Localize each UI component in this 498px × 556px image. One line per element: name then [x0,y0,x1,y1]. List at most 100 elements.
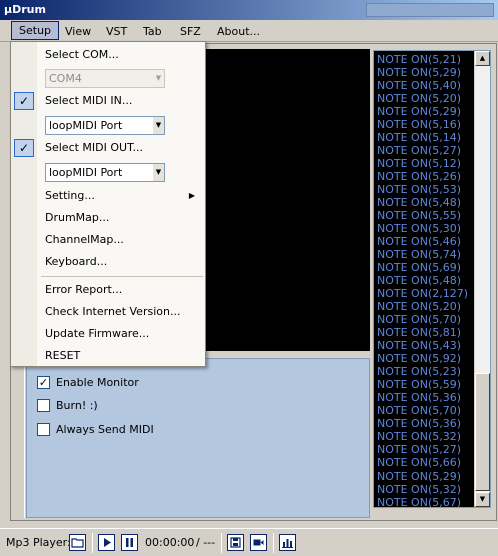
menu-item-select-midi-out[interactable]: Select MIDI OUT... [45,138,143,158]
midi-out-select-value: loopMIDI Port [49,166,123,179]
options-panel: ✓ Enable Monitor Burn! :) Always Send MID… [26,358,370,518]
menu-item-drummap[interactable]: DrumMap... [45,208,109,228]
menu-bar: Setup View VST Tab SFZ About... [0,20,498,42]
midi-log-line: NOTE ON(5,67) [377,495,462,508]
open-folder-button[interactable] [69,534,86,551]
window-title: µDrum [4,3,46,16]
midi-log-line: NOTE ON(5,29) [377,105,462,119]
menu-item-update-firmware[interactable]: Update Firmware... [45,324,149,344]
midi-log-line: NOTE ON(5,69) [377,261,462,275]
play-icon [104,538,111,547]
save-icon [230,537,241,548]
check-icon: ✓ [14,139,34,157]
midi-log-line: NOTE ON(5,32) [377,430,462,444]
menu-item-setting[interactable]: Setting... [45,186,195,206]
midi-log-line: NOTE ON(5,32) [377,482,462,496]
midi-in-select-value: loopMIDI Port [49,119,123,132]
chevron-down-icon[interactable]: ▼ [153,117,164,134]
midi-log-line: NOTE ON(5,14) [377,131,462,145]
midi-log-line: NOTE ON(5,20) [377,300,462,314]
setup-dropdown-menu: Select COM... COM4 ▼ ✓ Select MIDI IN...… [10,41,206,367]
menu-item-keyboard[interactable]: Keyboard... [45,252,107,272]
toolbar-separator [221,533,222,553]
menu-setup[interactable]: Setup [11,21,60,40]
midi-log-line: NOTE ON(5,36) [377,391,462,405]
menu-sfz[interactable]: SFZ [173,22,208,41]
midi-log-lines: NOTE ON(5,21) NOTE ON(5,29) NOTE ON(5,40) N… [377,53,473,508]
menu-item-reset[interactable]: RESET [45,346,80,366]
midi-log-line: NOTE ON(5,48) [377,196,462,210]
burn-checkbox[interactable] [37,398,50,412]
midi-log-line: NOTE ON(2,127) [377,287,469,301]
menu-item-select-com[interactable]: Select COM... [45,45,119,65]
chevron-down-icon: ▼ [153,70,164,87]
com-select-value: COM4 [49,72,82,85]
play-button[interactable] [98,534,115,551]
midi-out-select[interactable]: loopMIDI Port ▼ [45,163,165,182]
com-select: COM4 ▼ [45,69,165,88]
midi-log[interactable]: NOTE ON(5,21) NOTE ON(5,29) NOTE ON(5,40) N… [373,50,491,508]
scroll-thumb[interactable] [475,373,490,491]
midi-log-line: NOTE ON(5,70) [377,313,462,327]
menu-item-error-report[interactable]: Error Report... [45,280,122,300]
menu-about[interactable]: About... [210,22,267,41]
menu-item-channelmap[interactable]: ChannelMap... [45,230,124,250]
enable-monitor-checkbox[interactable]: ✓ [37,375,50,389]
midi-log-line: NOTE ON(5,46) [377,235,462,249]
midi-log-line: NOTE ON(5,29) [377,469,462,483]
pause-button[interactable] [121,534,138,551]
midi-log-line: NOTE ON(5,20) [377,92,462,106]
midi-log-line: NOTE ON(5,16) [377,118,462,132]
midi-log-line: NOTE ON(5,92) [377,352,462,366]
midi-log-line: NOTE ON(5,23) [377,365,462,379]
pause-icon [126,538,133,547]
midi-log-line: NOTE ON(5,59) [377,378,462,392]
midi-log-line: NOTE ON(5,30) [377,222,462,236]
video-camera-icon [253,539,264,546]
chevron-down-icon[interactable]: ▼ [153,164,164,181]
title-bar: µDrum [0,0,498,20]
midi-log-line: NOTE ON(5,40) [377,79,462,93]
mp3-player-label: Mp3 Player: [6,536,71,549]
equalizer-button[interactable] [279,534,296,551]
scroll-up-button[interactable]: ▲ [475,51,490,66]
menu-item-check-internet-version[interactable]: Check Internet Version... [45,302,180,322]
always-send-midi-checkbox[interactable] [37,422,50,436]
record-button[interactable] [250,534,267,551]
midi-log-line: NOTE ON(5,55) [377,209,462,223]
midi-log-line: NOTE ON(5,29) [377,66,462,80]
save-button[interactable] [227,534,244,551]
always-send-midi-label: Always Send MIDI [56,423,154,436]
menu-item-setting-label: Setting... [45,189,95,202]
midi-log-line: NOTE ON(5,36) [377,417,462,431]
menu-view[interactable]: View [58,22,98,41]
menu-vst[interactable]: VST [99,22,134,41]
midi-log-line: NOTE ON(5,12) [377,157,462,171]
midi-log-line: NOTE ON(5,26) [377,170,462,184]
midi-log-line: NOTE ON(5,70) [377,404,462,418]
midi-log-line: NOTE ON(5,66) [377,456,462,470]
midi-log-line: NOTE ON(5,27) [377,443,462,457]
player-time: 00:00:00 [145,536,195,549]
midi-log-line: NOTE ON(5,74) [377,248,462,262]
burn-option[interactable]: Burn! :) [37,398,98,414]
scroll-down-button[interactable]: ▼ [475,492,490,507]
always-send-midi-option[interactable]: Always Send MIDI [37,422,154,438]
monitor-view [205,49,370,351]
menu-separator [41,276,203,277]
submenu-arrow-icon: ▶ [188,191,195,200]
menu-item-select-midi-in[interactable]: Select MIDI IN... [45,91,132,111]
midi-in-select[interactable]: loopMIDI Port ▼ [45,116,165,135]
menu-gutter [11,42,37,366]
midi-log-line: NOTE ON(5,81) [377,326,462,340]
menu-tab[interactable]: Tab [136,22,169,41]
midi-log-scrollbar[interactable]: ▲ ▼ [474,51,490,507]
enable-monitor-label: Enable Monitor [56,376,139,389]
midi-log-line: NOTE ON(5,27) [377,144,462,158]
midi-log-line: NOTE ON(5,53) [377,183,462,197]
midi-log-line: NOTE ON(5,21) [377,53,462,66]
toolbar-separator [273,533,274,553]
player-duration: / --- [196,536,216,549]
enable-monitor-option[interactable]: ✓ Enable Monitor [37,375,139,391]
title-bar-field [366,3,494,17]
